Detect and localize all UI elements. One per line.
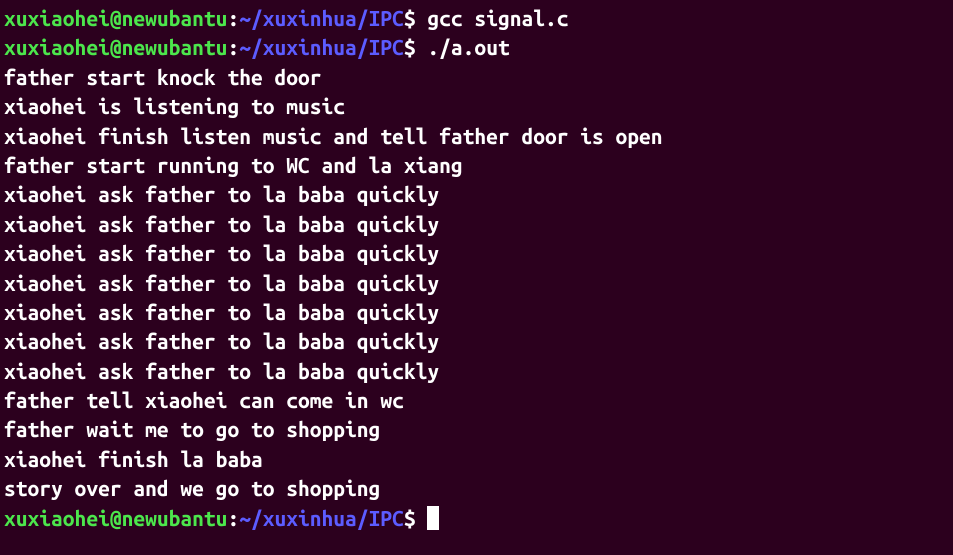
command-text	[416, 6, 428, 30]
cursor-icon	[427, 506, 439, 530]
prompt-colon: :	[227, 35, 239, 59]
output-line: xiaohei ask father to la baba quickly	[4, 357, 949, 386]
output-line: father start knock the door	[4, 63, 949, 92]
prompt-dollar: $	[404, 35, 416, 59]
output-line: xiaohei ask father to la baba quickly	[4, 327, 949, 356]
output-line: xiaohei ask father to la baba quickly	[4, 239, 949, 268]
command-line[interactable]: xuxiaohei@newubantu:~/xuxinhua/IPC$	[4, 504, 949, 533]
terminal-window[interactable]: xuxiaohei@newubantu:~/xuxinhua/IPC$ gcc …	[4, 4, 949, 533]
output-line: story over and we go to shopping	[4, 474, 949, 503]
output-line: father wait me to go to shopping	[4, 415, 949, 444]
prompt-path: ~/xuxinhua/IPC	[239, 35, 404, 59]
prompt-dollar: $	[404, 506, 416, 530]
output-line: father start running to WC and la xiang	[4, 151, 949, 180]
prompt-path: ~/xuxinhua/IPC	[239, 6, 404, 30]
prompt-user-host: xuxiaohei@newubantu	[4, 506, 227, 530]
command-text	[416, 35, 428, 59]
output-line: father tell xiaohei can come in wc	[4, 386, 949, 415]
prompt-path: ~/xuxinhua/IPC	[239, 506, 404, 530]
output-line: xiaohei ask father to la baba quickly	[4, 180, 949, 209]
output-line: xiaohei finish la baba	[4, 445, 949, 474]
output-line: xiaohei ask father to la baba quickly	[4, 269, 949, 298]
output-line: xiaohei is listening to music	[4, 92, 949, 121]
prompt-dollar: $	[404, 6, 416, 30]
prompt-colon: :	[227, 506, 239, 530]
command-text: ./a.out	[427, 35, 509, 59]
output-line: xiaohei ask father to la baba quickly	[4, 298, 949, 327]
prompt-colon: :	[227, 6, 239, 30]
command-text: gcc signal.c	[427, 6, 568, 30]
output-line: xiaohei ask father to la baba quickly	[4, 210, 949, 239]
prompt-user-host: xuxiaohei@newubantu	[4, 35, 227, 59]
command-line: xuxiaohei@newubantu:~/xuxinhua/IPC$ gcc …	[4, 4, 949, 33]
prompt-user-host: xuxiaohei@newubantu	[4, 6, 227, 30]
command-line: xuxiaohei@newubantu:~/xuxinhua/IPC$ ./a.…	[4, 33, 949, 62]
output-line: xiaohei finish listen music and tell fat…	[4, 122, 949, 151]
